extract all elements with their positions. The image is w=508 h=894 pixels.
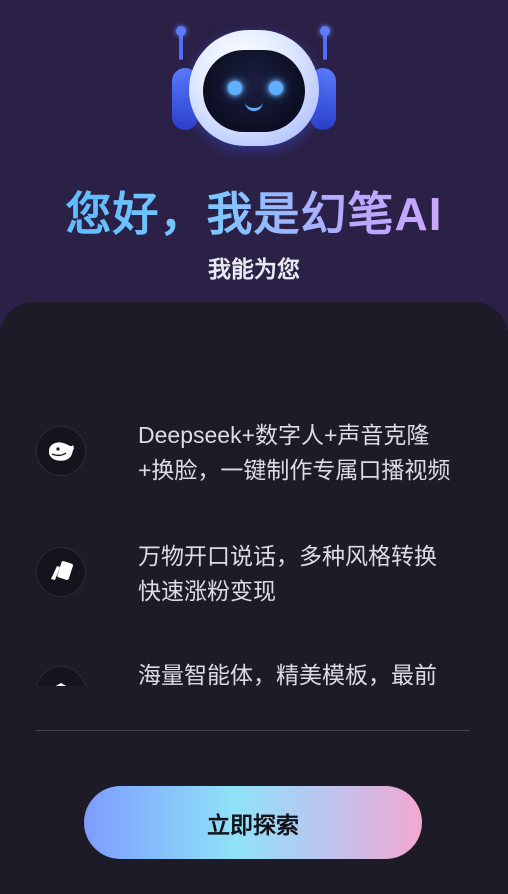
feature-line: 万物开口说话，多种风格转换	[138, 543, 437, 569]
divider	[36, 730, 470, 731]
cards-icon	[36, 547, 86, 597]
feature-text: 海量智能体，精美模板，最前	[138, 658, 478, 686]
greeting-subtitle: 我能为您	[208, 256, 300, 282]
feature-line: Deepseek+数字人+声音克隆	[138, 422, 430, 448]
whale-icon	[36, 426, 86, 476]
agent-icon	[36, 666, 86, 686]
feature-list[interactable]: Deepseek+数字人+声音克隆 +换脸，一键制作专属口播视频 万物开口说话，…	[0, 410, 508, 686]
explore-button[interactable]: 立即探索	[84, 786, 422, 859]
feature-text: 万物开口说话，多种风格转换 快速涨粉变现	[138, 539, 478, 609]
greeting-title: 您好，我是幻笔AI	[0, 178, 508, 244]
feature-text: Deepseek+数字人+声音克隆 +换脸，一键制作专属口播视频	[138, 418, 478, 488]
robot-mascot-icon	[172, 26, 336, 148]
feature-line: 快速涨粉变现	[138, 578, 276, 604]
feature-line: +换脸，一键制作专属口播视频	[138, 457, 451, 483]
welcome-screen: 您好，我是幻笔AI 我能为您 Deepseek+数字人+声音克隆 +换脸，一键制…	[0, 0, 508, 894]
feature-line: 海量智能体，精美模板，最前	[138, 662, 437, 686]
